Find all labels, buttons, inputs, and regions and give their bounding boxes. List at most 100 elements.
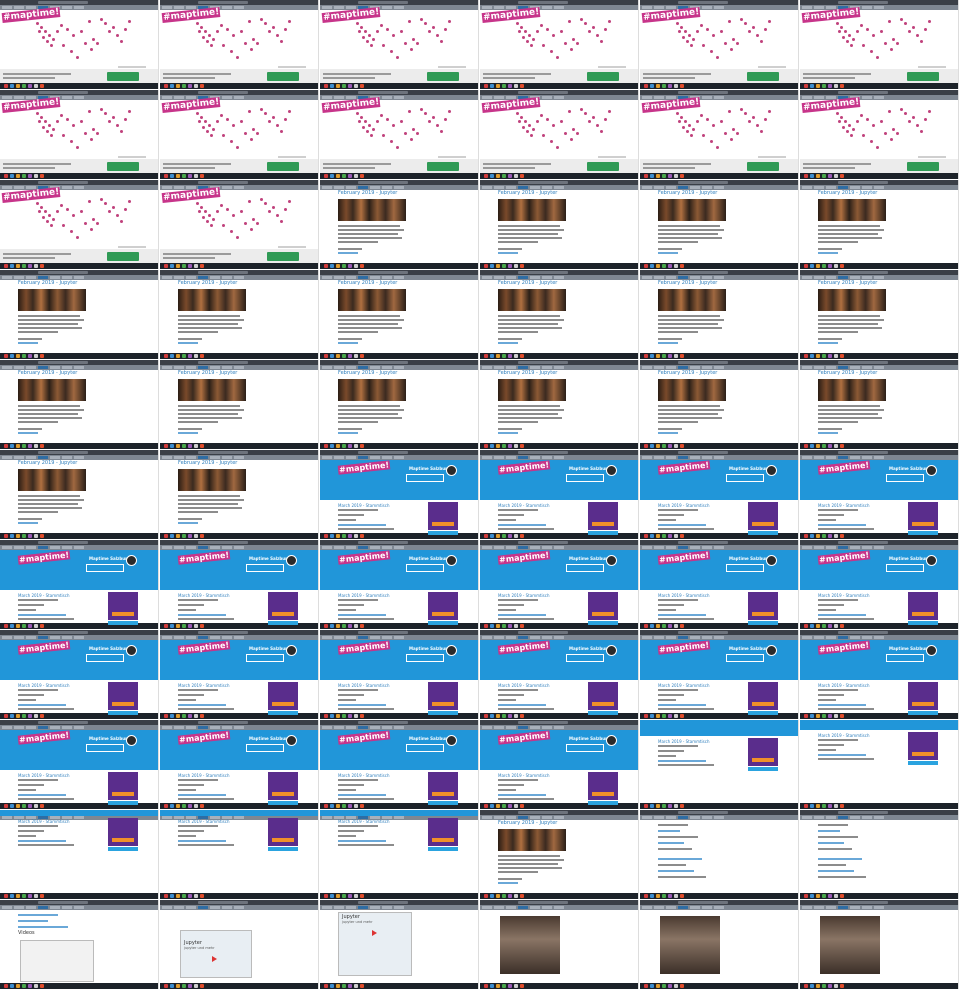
map-marker[interactable] — [838, 120, 841, 123]
map-marker[interactable] — [72, 214, 75, 217]
nav-item[interactable] — [690, 456, 700, 459]
nav-item[interactable] — [642, 636, 652, 639]
link-line[interactable] — [818, 252, 838, 254]
nav-item[interactable] — [198, 636, 208, 639]
nav-item[interactable] — [654, 6, 664, 9]
nav-item[interactable] — [394, 6, 404, 9]
map-marker[interactable] — [198, 210, 201, 213]
map-marker[interactable] — [202, 126, 205, 129]
nav-item[interactable] — [394, 546, 404, 549]
taskbar-app-icon[interactable] — [650, 894, 654, 898]
map-marker[interactable] — [208, 214, 211, 217]
taskbar-app-icon[interactable] — [804, 174, 808, 178]
nav-item[interactable] — [334, 96, 344, 99]
nav-item[interactable] — [174, 96, 184, 99]
map-marker[interactable] — [92, 128, 95, 131]
nav-item[interactable] — [50, 546, 60, 549]
map-marker[interactable] — [52, 218, 55, 221]
map-marker[interactable] — [850, 44, 853, 47]
address-bar[interactable] — [678, 181, 728, 184]
map-marker[interactable] — [676, 112, 679, 115]
nav-item[interactable] — [838, 276, 848, 279]
more-info-button[interactable] — [428, 621, 458, 625]
taskbar-app-icon[interactable] — [496, 534, 500, 538]
taskbar-app-icon[interactable] — [514, 84, 518, 88]
link-line[interactable] — [818, 432, 838, 434]
taskbar-app-icon[interactable] — [10, 84, 14, 88]
rsvp-button[interactable] — [112, 792, 134, 796]
map-marker[interactable] — [210, 134, 213, 137]
map-marker[interactable] — [412, 38, 415, 41]
map-marker[interactable] — [416, 132, 419, 135]
address-bar[interactable] — [678, 271, 728, 274]
map-marker[interactable] — [366, 40, 369, 43]
taskbar-app-icon[interactable] — [496, 174, 500, 178]
map-marker[interactable] — [448, 110, 451, 113]
taskbar-app-icon[interactable] — [662, 264, 666, 268]
nav-item[interactable] — [38, 726, 48, 729]
taskbar-app-icon[interactable] — [804, 354, 808, 358]
address-bar[interactable] — [38, 541, 88, 544]
video-player[interactable] — [20, 940, 94, 982]
taskbar-app-icon[interactable] — [354, 444, 358, 448]
map-marker[interactable] — [842, 126, 845, 129]
nav-item[interactable] — [554, 96, 564, 99]
map-marker[interactable] — [892, 128, 895, 131]
taskbar-app-icon[interactable] — [650, 624, 654, 628]
taskbar-app-icon[interactable] — [496, 894, 500, 898]
taskbar-app-icon[interactable] — [188, 894, 192, 898]
taskbar-app-icon[interactable] — [324, 804, 328, 808]
nav-item[interactable] — [74, 186, 84, 189]
map-marker[interactable] — [42, 126, 45, 129]
taskbar-app-icon[interactable] — [34, 84, 38, 88]
event-title[interactable]: March 2019 - Stammtisch — [658, 503, 709, 508]
taskbar-app-icon[interactable] — [324, 84, 328, 88]
join-button[interactable] — [107, 162, 139, 171]
address-bar[interactable] — [838, 181, 888, 184]
nav-item[interactable] — [38, 366, 48, 369]
link-line[interactable] — [818, 830, 840, 832]
nav-item[interactable] — [174, 186, 184, 189]
taskbar-app-icon[interactable] — [10, 624, 14, 628]
map-marker[interactable] — [520, 26, 523, 29]
map-marker[interactable] — [604, 28, 607, 31]
taskbar-app-icon[interactable] — [176, 174, 180, 178]
nav-item[interactable] — [162, 6, 172, 9]
map-marker[interactable] — [702, 134, 705, 137]
nav-item[interactable] — [506, 366, 516, 369]
taskbar-app-icon[interactable] — [40, 534, 44, 538]
map-marker[interactable] — [210, 44, 213, 47]
more-info-button[interactable] — [748, 621, 778, 625]
nav-item[interactable] — [234, 816, 244, 819]
map-marker[interactable] — [840, 26, 843, 29]
nav-item[interactable] — [334, 906, 344, 909]
taskbar-app-icon[interactable] — [810, 84, 814, 88]
taskbar-app-icon[interactable] — [330, 534, 334, 538]
nav-item[interactable] — [542, 816, 552, 819]
taskbar-app-icon[interactable] — [360, 354, 364, 358]
taskbar-app-icon[interactable] — [188, 984, 192, 988]
taskbar-app-icon[interactable] — [822, 984, 826, 988]
taskbar-app-icon[interactable] — [816, 174, 820, 178]
nav-item[interactable] — [62, 906, 72, 909]
map-marker[interactable] — [596, 34, 599, 37]
nav-item[interactable] — [222, 726, 232, 729]
taskbar-app-icon[interactable] — [188, 444, 192, 448]
taskbar-app-icon[interactable] — [828, 894, 832, 898]
taskbar-app-icon[interactable] — [330, 894, 334, 898]
taskbar-app-icon[interactable] — [502, 714, 506, 718]
taskbar-app-icon[interactable] — [176, 444, 180, 448]
nav-item[interactable] — [714, 276, 724, 279]
taskbar-app-icon[interactable] — [200, 84, 204, 88]
map-marker[interactable] — [112, 26, 115, 29]
nav-item[interactable] — [714, 906, 724, 909]
nav-item[interactable] — [850, 636, 860, 639]
taskbar-app-icon[interactable] — [324, 894, 328, 898]
nav-item[interactable] — [222, 456, 232, 459]
map-marker[interactable] — [222, 44, 225, 47]
map-marker[interactable] — [380, 24, 383, 27]
taskbar-app-icon[interactable] — [194, 804, 198, 808]
map-marker[interactable] — [124, 28, 127, 31]
nav-item[interactable] — [494, 96, 504, 99]
taskbar-app-icon[interactable] — [508, 174, 512, 178]
